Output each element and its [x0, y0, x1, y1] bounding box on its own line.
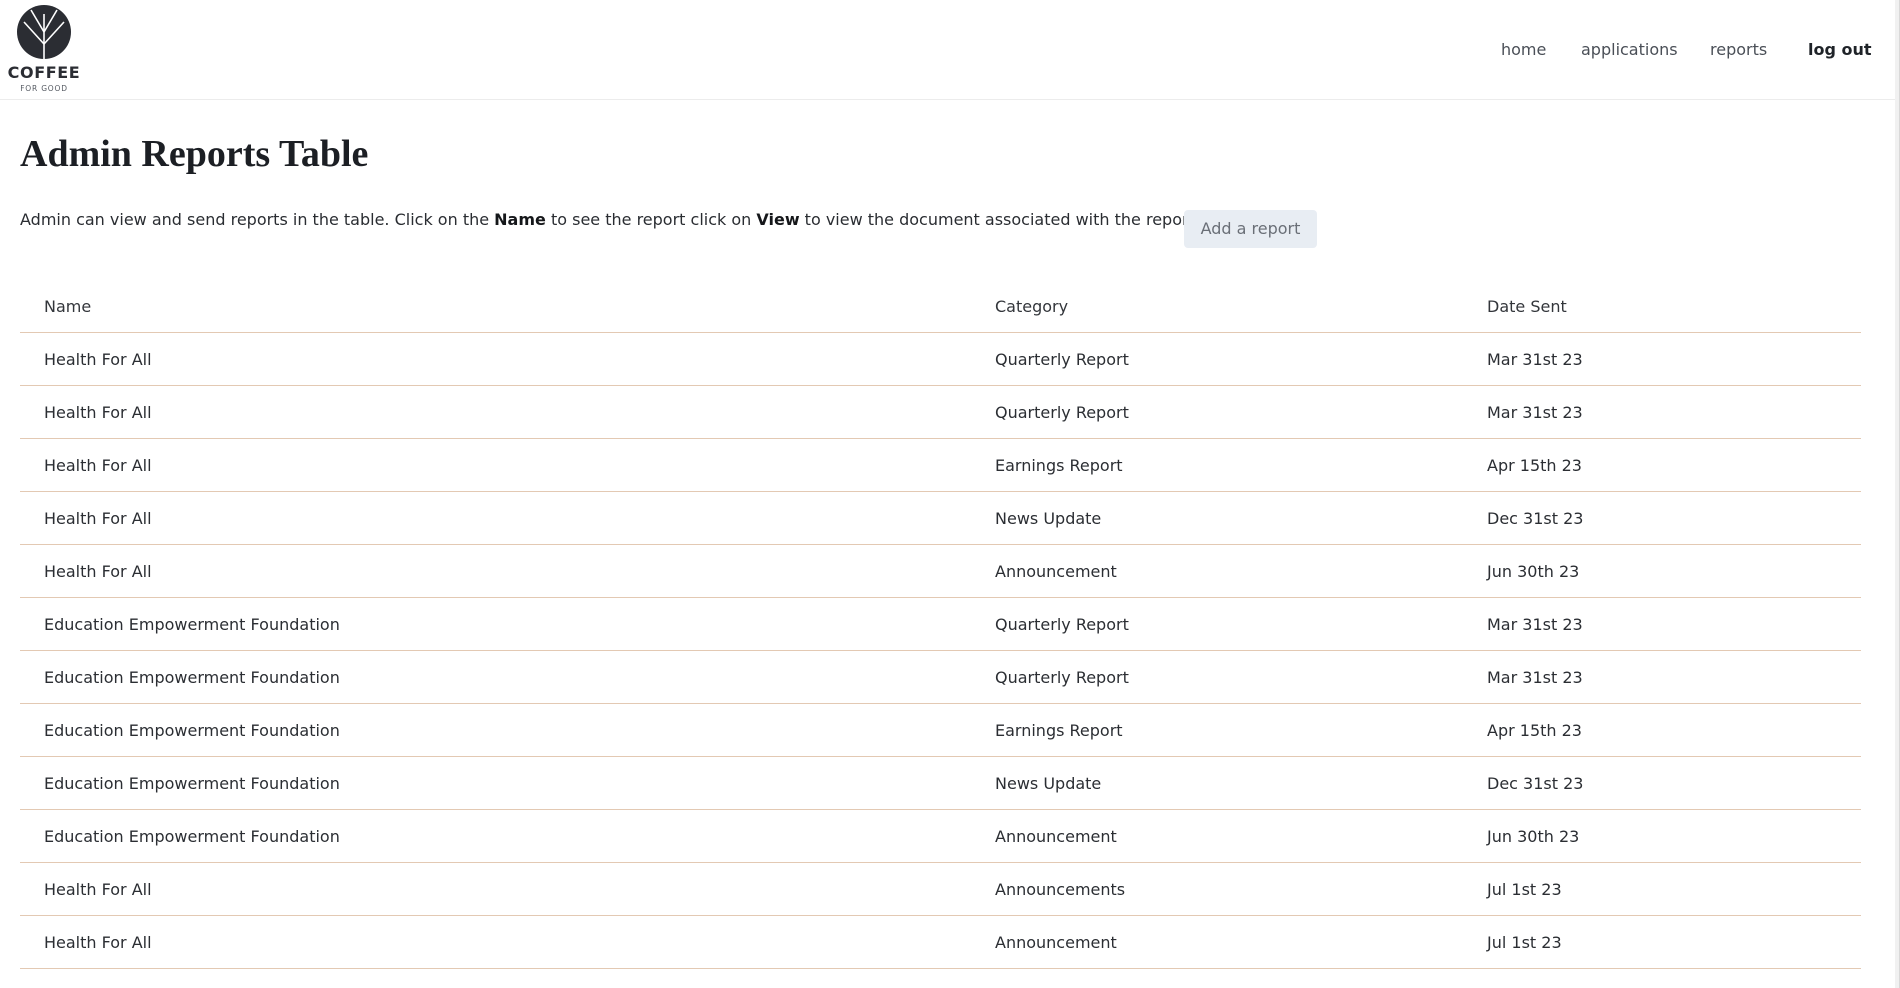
report-name-cell[interactable]: Health For All [20, 332, 971, 386]
report-date-cell: Apr 15th 23 [1463, 438, 1861, 492]
page-description: Admin can view and send reports in the t… [20, 208, 1200, 232]
table-row[interactable]: Education Empowerment Foundation Announc… [20, 809, 1861, 863]
table-row[interactable]: Health For All Quarterly Report Mar 31st… [20, 332, 1861, 386]
report-date-cell: Mar 31st 23 [1463, 597, 1861, 651]
brand-name: COFFEE [7, 63, 81, 82]
report-date-cell: Jul 1st 23 [1463, 915, 1861, 969]
brand-tagline: FOR GOOD [20, 84, 68, 93]
table-row[interactable]: Education Empowerment Foundation Earning… [20, 703, 1861, 757]
report-category-cell: Announcement [971, 915, 1463, 969]
report-date-cell: Jun 30th 23 [1463, 809, 1861, 863]
description-view-keyword: View [756, 210, 800, 229]
report-name-cell[interactable]: Health For All [20, 915, 971, 969]
report-name-cell[interactable]: Education Empowerment Foundation [20, 756, 971, 810]
page-scrollbar[interactable] [1895, 0, 1899, 988]
reports-table: Name Category Date Sent Health For All Q… [20, 280, 1861, 969]
logout-link[interactable]: log out [1808, 38, 1872, 62]
table-row[interactable]: Health For All News Update Dec 31st 23 [20, 491, 1861, 545]
leaf-logo-icon [17, 5, 71, 59]
table-row[interactable]: Education Empowerment Foundation Quarter… [20, 597, 1861, 651]
report-name-cell[interactable]: Health For All [20, 491, 971, 545]
report-category-cell: News Update [971, 491, 1463, 545]
description-name-keyword: Name [494, 210, 546, 229]
report-category-cell: Announcement [971, 544, 1463, 598]
table-row[interactable]: Health For All Quarterly Report Mar 31st… [20, 385, 1861, 439]
page-title: Admin Reports Table [20, 133, 369, 175]
report-category-cell: Quarterly Report [971, 332, 1463, 386]
report-name-cell[interactable]: Health For All [20, 544, 971, 598]
nav-home-link[interactable]: home [1501, 38, 1546, 62]
report-name-cell[interactable]: Health For All [20, 385, 971, 439]
top-navbar: COFFEE FOR GOOD home applications report… [0, 0, 1896, 100]
table-header-row: Name Category Date Sent [20, 280, 1861, 333]
brand-logo[interactable]: COFFEE FOR GOOD [3, 4, 85, 96]
table-row[interactable]: Education Empowerment Foundation News Up… [20, 756, 1861, 810]
report-date-cell: Dec 31st 23 [1463, 756, 1861, 810]
nav-applications-link[interactable]: applications [1581, 38, 1678, 62]
report-name-cell[interactable]: Education Empowerment Foundation [20, 703, 971, 757]
report-date-cell: Mar 31st 23 [1463, 650, 1861, 704]
report-name-cell[interactable]: Education Empowerment Foundation [20, 809, 971, 863]
column-header-name[interactable]: Name [20, 280, 971, 333]
report-category-cell: Quarterly Report [971, 385, 1463, 439]
table-row[interactable]: Health For All Announcements Jul 1st 23 [20, 862, 1861, 916]
report-name-cell[interactable]: Health For All [20, 862, 971, 916]
report-category-cell: Earnings Report [971, 703, 1463, 757]
report-date-cell: Mar 31st 23 [1463, 332, 1861, 386]
table-row[interactable]: Health For All Announcement Jun 30th 23 [20, 544, 1861, 598]
report-name-cell[interactable]: Health For All [20, 438, 971, 492]
report-date-cell: Apr 15th 23 [1463, 703, 1861, 757]
report-category-cell: News Update [971, 756, 1463, 810]
report-name-cell[interactable]: Education Empowerment Foundation [20, 650, 971, 704]
report-date-cell: Jun 30th 23 [1463, 544, 1861, 598]
report-category-cell: Quarterly Report [971, 597, 1463, 651]
report-name-cell[interactable]: Education Empowerment Foundation [20, 597, 971, 651]
table-row[interactable]: Health For All Earnings Report Apr 15th … [20, 438, 1861, 492]
column-header-date-sent[interactable]: Date Sent [1463, 280, 1861, 333]
report-category-cell: Announcements [971, 862, 1463, 916]
report-category-cell: Quarterly Report [971, 650, 1463, 704]
column-header-category[interactable]: Category [971, 280, 1463, 333]
page: COFFEE FOR GOOD home applications report… [0, 0, 1900, 988]
report-date-cell: Mar 31st 23 [1463, 385, 1861, 439]
description-text: Admin can view and send reports in the t… [20, 210, 495, 229]
add-report-button[interactable]: Add a report [1184, 210, 1317, 248]
report-category-cell: Announcement [971, 809, 1463, 863]
description-text: to see the report click on [545, 210, 757, 229]
report-date-cell: Dec 31st 23 [1463, 491, 1861, 545]
report-date-cell: Jul 1st 23 [1463, 862, 1861, 916]
description-text: to view the document associated with the… [799, 210, 1200, 229]
nav-reports-link[interactable]: reports [1710, 38, 1767, 62]
report-category-cell: Earnings Report [971, 438, 1463, 492]
table-row[interactable]: Health For All Announcement Jul 1st 23 [20, 915, 1861, 969]
table-row[interactable]: Education Empowerment Foundation Quarter… [20, 650, 1861, 704]
